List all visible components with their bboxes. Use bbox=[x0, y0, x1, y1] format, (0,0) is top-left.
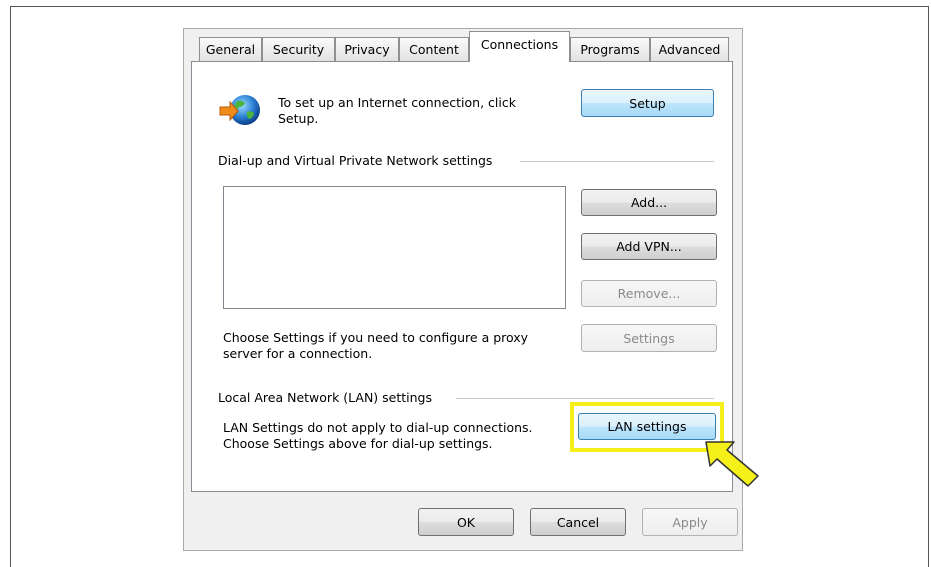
remove-button[interactable]: Remove... bbox=[581, 280, 717, 307]
tab-content[interactable]: Content bbox=[399, 37, 469, 61]
lan-description: LAN Settings do not apply to dial-up con… bbox=[223, 420, 533, 451]
tab-general[interactable]: General bbox=[199, 37, 262, 61]
setup-button[interactable]: Setup bbox=[581, 89, 714, 117]
tab-connections[interactable]: Connections bbox=[469, 31, 570, 62]
lan-group-divider bbox=[456, 398, 714, 399]
tab-programs[interactable]: Programs bbox=[570, 37, 650, 61]
ok-button[interactable]: OK bbox=[418, 508, 514, 536]
globe-network-icon bbox=[219, 95, 260, 125]
tab-advanced[interactable]: Advanced bbox=[650, 37, 729, 61]
dialup-group-divider bbox=[520, 161, 714, 162]
tab-label: Content bbox=[409, 42, 459, 57]
tab-label: Programs bbox=[580, 42, 640, 57]
tab-privacy[interactable]: Privacy bbox=[335, 37, 399, 61]
tab-label: General bbox=[205, 42, 256, 57]
tab-label: Privacy bbox=[344, 42, 390, 57]
tab-label: Security bbox=[272, 42, 325, 57]
proxy-description: Choose Settings if you need to configure… bbox=[223, 330, 529, 361]
connections-listbox[interactable] bbox=[223, 186, 566, 309]
cancel-button[interactable]: Cancel bbox=[530, 508, 626, 536]
tab-security[interactable]: Security bbox=[262, 37, 335, 61]
lan-group-label: Local Area Network (LAN) settings bbox=[218, 390, 433, 405]
pointer-arrow-icon bbox=[705, 441, 759, 487]
tab-label: Advanced bbox=[658, 42, 721, 57]
settings-button[interactable]: Settings bbox=[581, 324, 717, 352]
apply-button[interactable]: Apply bbox=[642, 508, 738, 536]
add-vpn-button[interactable]: Add VPN... bbox=[581, 233, 717, 260]
add-button[interactable]: Add... bbox=[581, 189, 717, 216]
setup-description: To set up an Internet connection, click … bbox=[278, 95, 516, 126]
dialup-group-label: Dial-up and Virtual Private Network sett… bbox=[218, 153, 493, 168]
tab-label: Connections bbox=[480, 37, 559, 52]
